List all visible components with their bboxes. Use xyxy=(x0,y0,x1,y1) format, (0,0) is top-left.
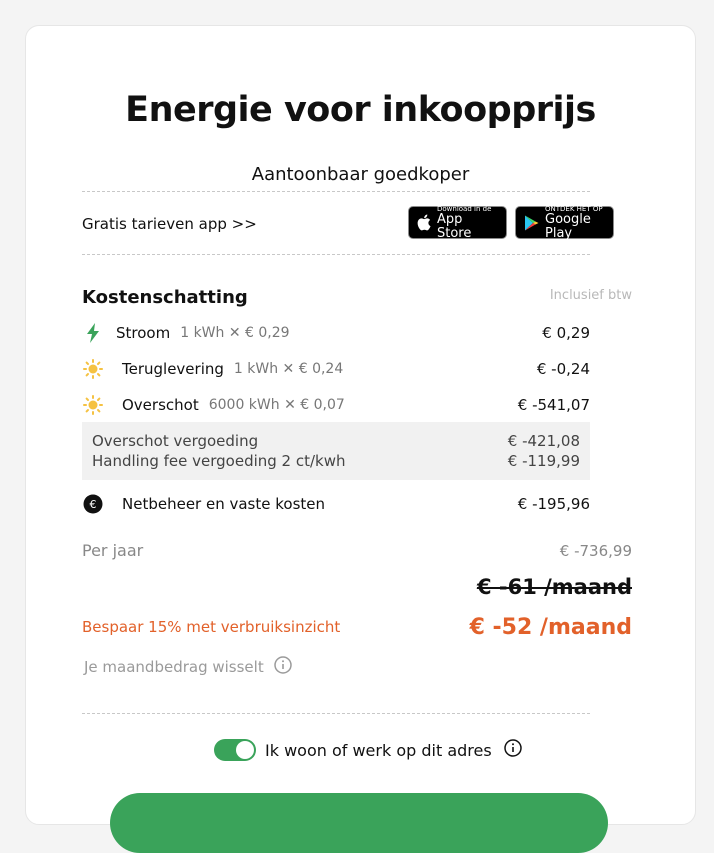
address-toggle-label: Ik woon of werk op dit adres xyxy=(265,740,492,760)
cost-row-label: Teruglevering xyxy=(122,360,224,378)
lightning-icon xyxy=(82,322,104,344)
cost-row-overschot: Overschot 6000 kWh ✕ € 0,07 € -541,07 xyxy=(82,393,590,417)
breakdown-line: Handling fee vergoeding 2 ct/kwh € -119,… xyxy=(92,451,580,471)
cost-row-teruglevering: Teruglevering 1 kWh ✕ € 0,24 € -0,24 xyxy=(82,357,590,381)
info-icon[interactable] xyxy=(273,656,292,678)
breakdown-amount: € -119,99 xyxy=(507,452,580,470)
cost-row-label: Stroom xyxy=(116,324,171,342)
app-promo-link[interactable]: Gratis tarieven app >> xyxy=(82,215,257,233)
incl-vat-note: Inclusief btw xyxy=(549,288,632,303)
monthly-amount-note: Je maandbedrag wisselt xyxy=(84,656,292,678)
savings-text: Bespaar 15% met verbruiksinzicht xyxy=(82,618,341,636)
app-store-button[interactable]: Download in de App Store xyxy=(408,205,507,241)
cost-row-detail: 6000 kWh ✕ € 0,07 xyxy=(208,397,345,413)
divider xyxy=(82,713,590,714)
cost-row-detail: 1 kWh ✕ € 0,29 xyxy=(180,325,290,341)
cost-row-stroom: Stroom 1 kWh ✕ € 0,29 € 0,29 xyxy=(82,321,590,345)
divider xyxy=(82,191,590,192)
cost-row-label: Overschot xyxy=(122,396,199,414)
cost-row-amount: € -195,96 xyxy=(517,495,590,513)
page-subtitle: Aantoonbaar goedkoper xyxy=(251,164,470,185)
sun-icon xyxy=(82,394,104,416)
sun-icon xyxy=(82,358,104,380)
breakdown-line: Overschot vergoeding € -421,08 xyxy=(92,431,580,451)
cost-row-netbeheer: € Netbeheer en vaste kosten € -195,96 xyxy=(82,492,590,516)
continue-button[interactable] xyxy=(110,793,608,853)
divider xyxy=(82,254,590,255)
new-monthly-price: € -52 /maand xyxy=(469,615,632,640)
monthly-note-text: Je maandbedrag wisselt xyxy=(84,658,264,676)
breakdown-label: Overschot vergoeding xyxy=(92,432,259,450)
cost-row-detail: 1 kWh ✕ € 0,24 xyxy=(233,361,344,377)
old-monthly-price: € -61 /maand xyxy=(476,575,632,599)
google-play-button[interactable]: ONTDEK HET OP Google Play xyxy=(515,205,614,241)
apple-icon xyxy=(417,214,431,231)
overschot-breakdown: Overschot vergoeding € -421,08 Handling … xyxy=(82,422,590,480)
app-store-big-text: App Store xyxy=(437,211,472,241)
info-icon[interactable] xyxy=(503,739,522,761)
breakdown-label: Handling fee vergoeding 2 ct/kwh xyxy=(92,452,346,470)
toggle-knob xyxy=(236,741,254,759)
address-toggle-row: Ik woon of werk op dit adres xyxy=(214,739,522,761)
euro-coin-icon: € xyxy=(82,493,104,515)
google-play-big-text: Google Play xyxy=(545,211,591,241)
cost-row-amount: € 0,29 xyxy=(542,324,590,342)
cost-estimate-title: Kostenschatting xyxy=(82,287,248,308)
address-toggle[interactable] xyxy=(214,739,256,761)
cost-row-amount: € -0,24 xyxy=(536,360,590,378)
per-year-label: Per jaar xyxy=(82,541,144,560)
google-play-icon xyxy=(524,215,539,231)
per-year-amount: € -736,99 xyxy=(559,542,632,560)
cost-row-amount: € -541,07 xyxy=(517,396,590,414)
cost-row-label: Netbeheer en vaste kosten xyxy=(122,495,326,513)
breakdown-amount: € -421,08 xyxy=(507,432,580,450)
svg-text:€: € xyxy=(90,498,97,511)
page-title: Energie voor inkoopprijs xyxy=(125,90,596,130)
